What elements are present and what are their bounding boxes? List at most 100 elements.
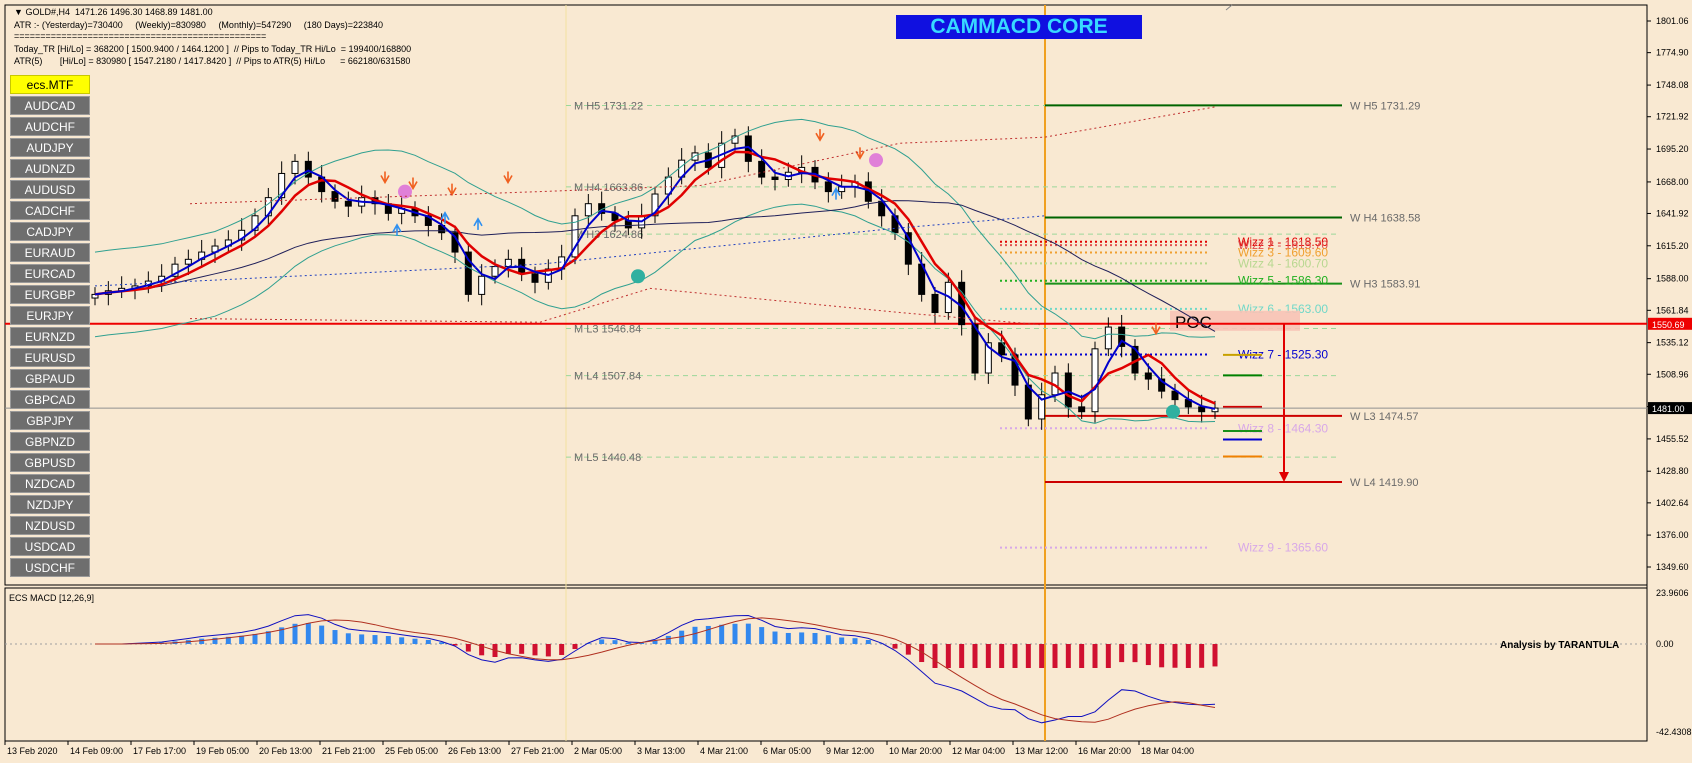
symbol-button-nzdusd[interactable]: NZDUSD [10, 516, 90, 535]
macd-panel[interactable] [4, 587, 1648, 742]
candle-body[interactable] [1198, 406, 1206, 413]
candle-body[interactable] [184, 258, 192, 265]
symbol-button-cadchf[interactable]: CADCHF [10, 201, 90, 220]
symbol-button-audusd[interactable]: AUDUSD [10, 180, 90, 199]
monthly-level-label: M L3 1546.84 [574, 323, 641, 335]
macd-histogram-bar [345, 633, 351, 644]
price-axis-label: 1615.20 [1656, 241, 1689, 251]
dotted-blue-trace [94, 215, 1046, 287]
monthly-level-label: M H5 1731.22 [574, 100, 643, 112]
candle-body[interactable] [491, 266, 499, 277]
symbol-button-nzdjpy[interactable]: NZDJPY [10, 495, 90, 514]
signal-dot-icon[interactable] [869, 153, 883, 168]
symbol-button-audcad[interactable]: AUDCAD [10, 96, 90, 115]
time-axis-label: 6 Mar 05:00 [763, 746, 811, 756]
chart-window[interactable]: M H5 1731.22 M H4 1663.86 M H3 1624.86 M L3… [0, 0, 1692, 763]
candle-body[interactable] [1078, 406, 1086, 413]
symbol-button-audjpy[interactable]: AUDJPY [10, 138, 90, 157]
candle-body[interactable] [344, 200, 352, 207]
sell-arrow-icon[interactable] [855, 147, 865, 160]
macd-histogram-bar [612, 640, 618, 644]
header-atr-line: ATR :- (Yesterday)=730400 (Weekly)=83098… [14, 20, 384, 30]
symbol-button-gbpaud[interactable]: GBPAUD [10, 369, 90, 388]
symbol-button-eurjpy[interactable]: EURJPY [10, 306, 90, 325]
monthly-level-label: M L5 1440.48 [574, 452, 641, 464]
sell-arrow-icon[interactable] [408, 177, 418, 191]
header-separator: ========================================… [14, 31, 267, 41]
price-axis-label: 1428.80 [1656, 466, 1689, 476]
candle-body[interactable] [758, 160, 766, 178]
symbol-button-gbpcad[interactable]: GBPCAD [10, 390, 90, 409]
window-menu-icon[interactable]: ▼ [14, 7, 23, 17]
candle-body[interactable] [971, 324, 979, 374]
macd-histogram-bar [945, 644, 951, 668]
shift-marker-icon[interactable] [1225, 4, 1233, 11]
symbol-button-cadjpy[interactable]: CADJPY [10, 222, 90, 241]
candle-body[interactable] [931, 293, 939, 314]
monthly-level-label: M L4 1507.84 [574, 371, 641, 383]
buy-arrow-icon[interactable] [473, 217, 483, 230]
macd-histogram-bar [332, 630, 338, 644]
buy-arrow-icon[interactable] [392, 223, 402, 236]
macd-histogram-bar [372, 635, 378, 644]
symbol-button-euraud[interactable]: EURAUD [10, 243, 90, 262]
time-axis-label: 17 Feb 17:00 [133, 746, 186, 756]
symbol-button-eurusd[interactable]: EURUSD [10, 348, 90, 367]
weekly-level-label: W H5 1731.29 [1350, 100, 1420, 112]
macd-axis-label: 23.9606 [1656, 588, 1689, 598]
price-axis-label: 1774.90 [1656, 48, 1689, 58]
header-today-tr: Today_TR [Hi/Lo] = 368200 [ 1500.9400 / … [14, 44, 412, 54]
symbol-button-eurnzd[interactable]: EURNZD [10, 327, 90, 346]
macd-histogram-bar [399, 637, 405, 644]
candle-body[interactable] [691, 152, 699, 161]
candle-body[interactable] [584, 203, 592, 217]
time-axis-label: 21 Feb 21:00 [322, 746, 375, 756]
candle-body[interactable] [291, 160, 299, 174]
symbol-button-eurcad[interactable]: EURCAD [10, 264, 90, 283]
candle-body[interactable] [771, 176, 779, 181]
main-panel[interactable] [4, 4, 1648, 586]
weekly-level-label: W L4 1419.90 [1350, 477, 1419, 489]
candle-body[interactable] [478, 275, 486, 295]
symbol-button-gbpusd[interactable]: GBPUSD [10, 453, 90, 472]
symbol-button-usdchf[interactable]: USDCHF [10, 558, 90, 577]
red-price-tag-label: 1550.69 [1652, 320, 1685, 330]
macd-histogram-bar [839, 637, 845, 644]
price-axis-label: 1402.64 [1656, 498, 1689, 508]
macd-histogram-bar [959, 644, 965, 668]
symbol-button-audnzd[interactable]: AUDNZD [10, 159, 90, 178]
macd-histogram-bar [892, 644, 898, 649]
candle-body[interactable] [1104, 326, 1112, 350]
candle-body[interactable] [331, 191, 339, 202]
symbol-button-active[interactable]: ecs.MTF [10, 75, 90, 94]
header-atr5: ATR(5) [Hi/Lo] = 830980 [ 1547.2180 / 14… [14, 56, 411, 66]
macd-histogram-bar [519, 644, 525, 654]
macd-histogram-bar [599, 639, 605, 644]
candle-body[interactable] [531, 273, 539, 283]
sell-arrow-icon[interactable] [447, 183, 457, 197]
candle-body[interactable] [1064, 372, 1072, 408]
price-axis-label: 1695.20 [1656, 144, 1689, 154]
signal-dot-icon[interactable] [1166, 404, 1180, 419]
candle-body[interactable] [1024, 384, 1032, 420]
signal-dot-icon[interactable] [631, 269, 645, 284]
time-axis-label: 9 Mar 12:00 [826, 746, 874, 756]
candle-body[interactable] [824, 181, 832, 193]
candle-body[interactable] [1091, 348, 1099, 413]
symbol-button-gbpnzd[interactable]: GBPNZD [10, 432, 90, 451]
time-axis-label: 3 Mar 13:00 [637, 746, 685, 756]
price-axis-label: 1641.92 [1656, 208, 1689, 218]
sell-arrow-icon[interactable] [380, 171, 390, 185]
candle-body[interactable] [1144, 372, 1152, 380]
chart-canvas[interactable]: M H5 1731.22M H4 1663.86M H3 1624.86M L3… [0, 0, 1692, 763]
symbol-button-audchf[interactable]: AUDCHF [10, 117, 90, 136]
symbol-button-nzdcad[interactable]: NZDCAD [10, 474, 90, 493]
sell-arrow-icon[interactable] [503, 171, 513, 185]
symbol-button-eurgbp[interactable]: EURGBP [10, 285, 90, 304]
macd-main-line [95, 614, 1216, 724]
macd-histogram-bar [559, 644, 565, 655]
sell-arrow-icon[interactable] [815, 129, 825, 142]
symbol-button-usdcad[interactable]: USDCAD [10, 537, 90, 556]
symbol-button-gbpjpy[interactable]: GBPJPY [10, 411, 90, 430]
macd-histogram-bar [932, 644, 938, 668]
